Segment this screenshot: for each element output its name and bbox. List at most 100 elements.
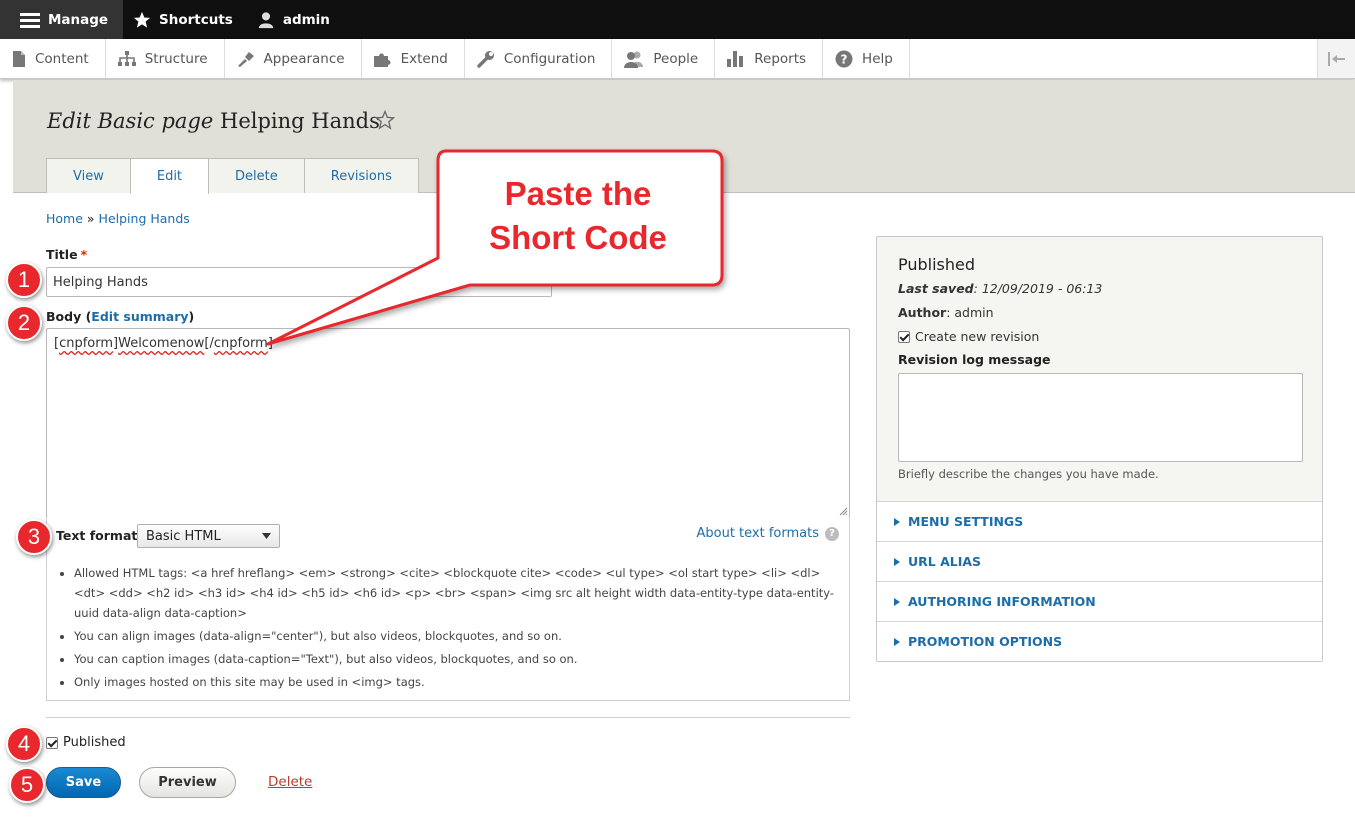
published-checkbox[interactable] <box>46 736 58 749</box>
tray-orientation-toggle[interactable] <box>1317 39 1355 78</box>
tray-item-help[interactable]: ? Help <box>823 39 910 78</box>
last-saved-label: Last saved <box>898 281 974 296</box>
shortcode-part: Welcomenow <box>118 336 205 351</box>
format-tip: You can caption images (data-caption="Te… <box>74 649 844 669</box>
title-input[interactable]: Helping Hands <box>46 267 552 297</box>
tray-label: Extend <box>400 50 448 67</box>
bar-chart-icon <box>727 50 744 67</box>
shortcode-part: [/ <box>204 336 214 351</box>
text-format-wrapper: Text format Basic HTML About text format… <box>46 517 850 701</box>
menu-settings-section[interactable]: MENU SETTINGS <box>877 501 1322 541</box>
question-circle-icon: ? <box>835 50 853 67</box>
shortcuts-menu-button[interactable]: Shortcuts <box>123 0 247 39</box>
wrench-icon <box>477 50 494 68</box>
expand-triangle-icon <box>894 517 900 526</box>
shortcode-part: cnpform <box>59 336 114 351</box>
shortcuts-label: Shortcuts <box>159 11 233 28</box>
text-format-value: Basic HTML <box>146 528 221 544</box>
author-value: admin <box>954 305 994 320</box>
user-menu-button[interactable]: admin <box>247 0 344 39</box>
text-format-label: Text format <box>56 528 138 543</box>
revision-log-label: Revision log message <box>898 352 1051 367</box>
paintbrush-icon <box>237 51 254 67</box>
promotion-options-section[interactable]: PROMOTION OPTIONS <box>877 621 1322 661</box>
page-title: Edit Basic page Helping Hands <box>47 109 380 133</box>
tray-item-structure[interactable]: Structure <box>106 39 225 78</box>
step-badge-4: 4 <box>6 726 42 762</box>
admin-tray: Content Structure Appearance Extend Conf… <box>0 39 1355 79</box>
people-icon <box>624 51 644 68</box>
publish-status: Published <box>898 255 976 274</box>
star-icon <box>133 11 151 28</box>
sitemap-icon <box>117 50 136 66</box>
breadcrumb-current-link[interactable]: Helping Hands <box>99 211 190 226</box>
tray-item-content[interactable]: Content <box>0 39 106 78</box>
format-tip: Only images hosted on this site may be u… <box>74 672 844 692</box>
tab-view[interactable]: View <box>46 158 131 193</box>
preview-button[interactable]: Preview <box>139 767 236 798</box>
tray-item-reports[interactable]: Reports <box>715 39 824 78</box>
body-textarea[interactable]: [cnpform]Welcomenow[/cnpform] <box>46 328 850 518</box>
tray-item-appearance[interactable]: Appearance <box>225 39 362 78</box>
callout-text: Paste the Short Code <box>438 172 718 260</box>
text-format-select[interactable]: Basic HTML <box>137 524 280 548</box>
callout-line: Short Code <box>489 219 667 256</box>
format-tips-list: Allowed HTML tags: <a href hreflang> <em… <box>74 563 844 695</box>
callout-line: Paste the <box>504 175 652 212</box>
page-title-prefix: Edit Basic page <box>47 109 214 133</box>
tray-label: Reports <box>754 50 807 67</box>
svg-text:?: ? <box>841 52 848 66</box>
about-text-formats-link[interactable]: About text formats ? <box>696 526 839 541</box>
section-label: AUTHORING INFORMATION <box>908 594 1096 609</box>
breadcrumb-home-link[interactable]: Home <box>46 211 83 226</box>
tray-label: Content <box>35 50 89 67</box>
published-label: Published <box>63 735 126 750</box>
save-button[interactable]: Save <box>46 767 121 798</box>
shortcode-part: ] <box>267 336 273 351</box>
manage-menu-button[interactable]: Manage <box>0 0 123 39</box>
title-input-value: Helping Hands <box>53 274 148 290</box>
shortcut-star-icon[interactable] <box>375 110 395 130</box>
edit-summary-link[interactable]: Edit summary <box>91 309 188 324</box>
primary-tabs: View Edit Delete Revisions <box>46 158 419 194</box>
tray-label: Appearance <box>263 50 345 67</box>
tray-item-extend[interactable]: Extend <box>362 39 465 78</box>
tray-label: People <box>653 50 699 67</box>
format-tip: You can align images (data-align="center… <box>74 626 844 646</box>
last-saved: Last saved: 12/09/2019 - 06:13 <box>898 281 1103 296</box>
meta-sidebar: Published Last saved: 12/09/2019 - 06:13… <box>876 236 1323 662</box>
dropdown-arrow-icon <box>262 533 271 539</box>
format-tip: Allowed HTML tags: <a href hreflang> <em… <box>74 563 844 623</box>
admin-toolbar: Manage Shortcuts admin <box>0 0 1355 39</box>
section-label: MENU SETTINGS <box>908 514 1024 529</box>
published-checkbox-row[interactable]: Published <box>46 735 126 750</box>
puzzle-icon <box>373 53 391 67</box>
body-label-text: Body <box>46 309 82 324</box>
resize-grip-icon[interactable] <box>838 506 848 516</box>
tray-item-people[interactable]: People <box>612 39 716 78</box>
delete-link[interactable]: Delete <box>268 774 312 790</box>
form-divider <box>46 717 850 718</box>
user-label: admin <box>282 11 330 28</box>
step-badge-3: 3 <box>16 519 52 555</box>
tab-edit[interactable]: Edit <box>129 158 210 194</box>
create-revision-row[interactable]: Create new revision <box>898 329 1039 344</box>
step-badge-2: 2 <box>6 305 42 341</box>
revision-log-description: Briefly describe the changes you have ma… <box>898 467 1159 481</box>
tray-label: Structure <box>144 50 208 67</box>
title-label: Title * <box>46 247 87 262</box>
tab-revisions[interactable]: Revisions <box>303 158 419 193</box>
file-icon <box>13 50 25 67</box>
url-alias-section[interactable]: URL ALIAS <box>877 541 1322 581</box>
tray-item-configuration[interactable]: Configuration <box>465 39 613 78</box>
manage-label: Manage <box>48 11 109 28</box>
revision-log-textarea[interactable] <box>898 373 1303 462</box>
authoring-information-section[interactable]: AUTHORING INFORMATION <box>877 581 1322 621</box>
tab-delete[interactable]: Delete <box>208 158 305 193</box>
step-badge-5: 5 <box>9 767 45 803</box>
create-revision-checkbox[interactable] <box>898 330 910 343</box>
body-label: Body (Edit summary) <box>46 309 195 324</box>
author-label: Author <box>898 305 947 320</box>
tray-label: Help <box>862 50 893 67</box>
expand-triangle-icon <box>894 597 900 606</box>
